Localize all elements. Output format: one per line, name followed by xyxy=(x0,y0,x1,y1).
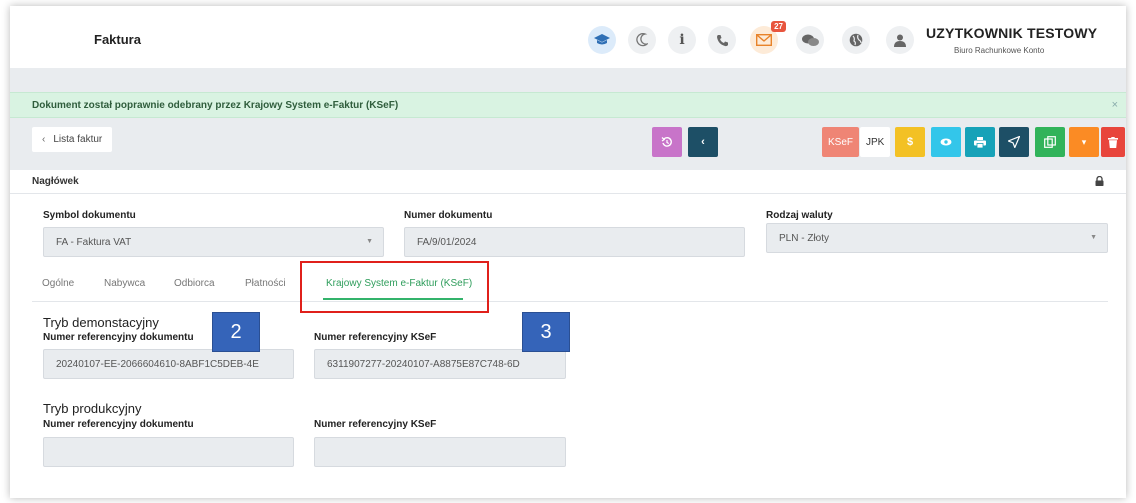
back-to-invoices-button[interactable]: ‹ Lista faktur xyxy=(32,127,113,152)
send-icon xyxy=(1008,136,1020,148)
tab-general[interactable]: Ogólne xyxy=(42,278,74,289)
history-icon xyxy=(661,137,672,147)
tab-bar: Ogólne Nabywca Odbiorca Płatności Krajow… xyxy=(32,268,1108,302)
header-separator xyxy=(10,68,1126,92)
print-icon xyxy=(974,136,986,148)
currency-label: Rodzaj waluty xyxy=(766,210,833,221)
jpk-button[interactable]: JPK xyxy=(860,127,891,157)
mail-icon[interactable]: 27 xyxy=(750,21,786,54)
prod-mode-title: Tryb produkcyjny xyxy=(43,401,142,416)
section-title: Nagłówek xyxy=(32,176,79,187)
payment-button[interactable]: $ xyxy=(895,127,925,157)
chevron-down-icon: ▼ xyxy=(366,238,373,245)
annotation-badge-3: 3 xyxy=(522,312,570,352)
delete-button[interactable] xyxy=(1101,127,1125,157)
chat-icon[interactable] xyxy=(796,26,824,54)
document-toolbar: ‹ Lista faktur ‹ KSeF JPK $ ▾ xyxy=(10,118,1126,170)
currency-value: PLN - Złoty xyxy=(779,232,830,244)
number-value: FA/9/01/2024 xyxy=(417,236,477,248)
alert-message: Dokument został poprawnie odebrany przez… xyxy=(32,100,399,111)
number-field[interactable]: FA/9/01/2024 xyxy=(404,227,745,257)
demo-ksef-ref-value: 6311907277-20240107-A8875E87C748-6D xyxy=(327,358,520,370)
demo-mode-title: Tryb demonstacyjny xyxy=(43,315,159,330)
number-label: Numer dokumentu xyxy=(404,210,493,221)
prod-ksef-ref-field[interactable] xyxy=(314,437,566,467)
demo-ksef-ref-field[interactable]: 6311907277-20240107-A8875E87C748-6D xyxy=(314,349,566,379)
mail-count-badge: 27 xyxy=(771,21,786,32)
history-button[interactable] xyxy=(652,127,682,157)
highlight-box xyxy=(300,261,489,313)
globe-icon[interactable] xyxy=(842,26,870,54)
header-section: Nagłówek xyxy=(10,170,1126,194)
app-title: Faktura xyxy=(94,32,141,47)
ksef-button-label: KSeF xyxy=(828,136,854,148)
copy-button[interactable] xyxy=(1035,127,1065,157)
dollar-icon: $ xyxy=(906,136,914,148)
phone-icon[interactable] xyxy=(708,26,736,54)
print-button[interactable] xyxy=(965,127,995,157)
moon-icon[interactable] xyxy=(628,26,656,54)
user-name[interactable]: UZYTKOWNIK TESTOWY xyxy=(926,25,1097,41)
chevron-left-icon: ‹ xyxy=(42,134,46,145)
demo-doc-ref-value: 20240107-EE-2066604610-8ABF1C5DEB-4E xyxy=(56,358,259,370)
tab-recipient[interactable]: Odbiorca xyxy=(174,278,215,289)
trash-icon xyxy=(1108,136,1118,148)
demo-doc-ref-label: Numer referencyjny dokumentu xyxy=(43,332,194,343)
caret-down-icon: ▾ xyxy=(1081,136,1087,147)
jpk-button-label: JPK xyxy=(866,136,885,148)
chevron-left-icon: ‹ xyxy=(701,136,705,148)
demo-ksef-ref-label: Numer referencyjny KSeF xyxy=(314,332,437,343)
prod-doc-ref-field[interactable] xyxy=(43,437,294,467)
symbol-value: FA - Faktura VAT xyxy=(56,236,132,248)
invoice-window: Faktura i 27 UZYTKOWNIK TESTOWY Biuro Ra… xyxy=(10,6,1126,498)
symbol-label: Symbol dokumentu xyxy=(43,210,136,221)
tab-payments[interactable]: Płatności xyxy=(245,278,286,289)
top-header: Faktura i 27 UZYTKOWNIK TESTOWY Biuro Ra… xyxy=(10,6,1126,68)
copy-icon xyxy=(1044,136,1056,148)
user-icon[interactable] xyxy=(886,26,914,54)
close-icon[interactable]: × xyxy=(1112,99,1118,111)
ksef-button[interactable]: KSeF xyxy=(822,127,860,157)
send-button[interactable] xyxy=(999,127,1029,157)
previous-button[interactable]: ‹ xyxy=(688,127,718,157)
more-options-button[interactable]: ▾ xyxy=(1069,127,1099,157)
lock-icon xyxy=(1095,175,1104,189)
tab-buyer[interactable]: Nabywca xyxy=(104,278,145,289)
preview-button[interactable] xyxy=(931,127,961,157)
eye-icon xyxy=(940,138,952,146)
prod-doc-ref-label: Numer referencyjny dokumentu xyxy=(43,419,194,430)
info-icon[interactable]: i xyxy=(668,26,696,54)
demo-doc-ref-field[interactable]: 20240107-EE-2066604610-8ABF1C5DEB-4E xyxy=(43,349,294,379)
prod-ksef-ref-label: Numer referencyjny KSeF xyxy=(314,419,437,430)
user-subtitle: Biuro Rachunkowe Konto xyxy=(954,46,1045,55)
chevron-down-icon: ▼ xyxy=(1090,234,1097,241)
annotation-badge-2: 2 xyxy=(212,312,260,352)
graduation-cap-icon[interactable] xyxy=(588,26,616,54)
symbol-select[interactable]: FA - Faktura VAT ▼ xyxy=(43,227,384,257)
back-button-label: Lista faktur xyxy=(53,134,103,145)
currency-select[interactable]: PLN - Złoty ▼ xyxy=(766,223,1108,253)
success-alert: Dokument został poprawnie odebrany przez… xyxy=(10,92,1126,118)
